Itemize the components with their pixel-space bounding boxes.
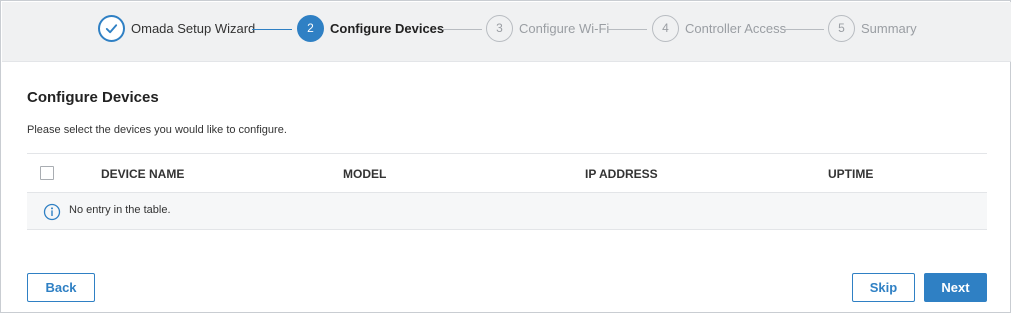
step-connector-1 — [252, 29, 292, 30]
page-description: Please select the devices you would like… — [27, 124, 287, 136]
step-4-label: Controller Access — [685, 20, 787, 36]
step-5-label: Summary — [861, 20, 917, 36]
step-summary[interactable]: 5 Summary — [828, 14, 917, 42]
step-5-circle: 5 — [828, 14, 855, 42]
step-2-circle: 2 — [297, 14, 324, 42]
page-title: Configure Devices — [27, 89, 159, 106]
empty-table-row: No entry in the table. — [27, 193, 987, 230]
step-1-label: Omada Setup Wizard — [131, 20, 256, 36]
next-button[interactable]: Next — [924, 273, 987, 302]
checkmark-icon — [105, 23, 118, 33]
select-all-checkbox[interactable] — [40, 166, 54, 180]
step-3-label: Configure Wi-Fi — [519, 20, 610, 36]
step-controller-access[interactable]: 4 Controller Access — [652, 14, 786, 42]
step-connector-2 — [442, 29, 482, 30]
info-icon — [43, 203, 61, 221]
step-omada-setup-wizard[interactable]: Omada Setup Wizard — [98, 14, 255, 42]
table-header: DEVICE NAME MODEL IP ADDRESS UPTIME — [27, 154, 987, 193]
step-connector-3 — [607, 29, 647, 30]
setup-wizard-window: Omada Setup Wizard 2 Configure Devices 3… — [0, 0, 1011, 313]
devices-table: DEVICE NAME MODEL IP ADDRESS UPTIME No e… — [27, 153, 987, 230]
column-header-uptime[interactable]: UPTIME — [828, 167, 873, 181]
step-configure-wifi[interactable]: 3 Configure Wi-Fi — [486, 14, 609, 42]
back-button[interactable]: Back — [27, 273, 95, 302]
empty-table-message: No entry in the table. — [69, 204, 171, 216]
wizard-stepper: Omada Setup Wizard 2 Configure Devices 3… — [2, 2, 1011, 62]
step-2-label: Configure Devices — [330, 20, 445, 36]
step-connector-4 — [784, 29, 824, 30]
skip-button[interactable]: Skip — [852, 273, 915, 302]
step-4-circle: 4 — [652, 14, 679, 42]
step-3-circle: 3 — [486, 14, 513, 42]
step-configure-devices[interactable]: 2 Configure Devices — [297, 14, 444, 42]
column-header-device-name[interactable]: DEVICE NAME — [101, 167, 184, 181]
column-header-model[interactable]: MODEL — [343, 167, 386, 181]
step-1-circle — [98, 14, 125, 42]
column-header-ip-address[interactable]: IP ADDRESS — [585, 167, 658, 181]
